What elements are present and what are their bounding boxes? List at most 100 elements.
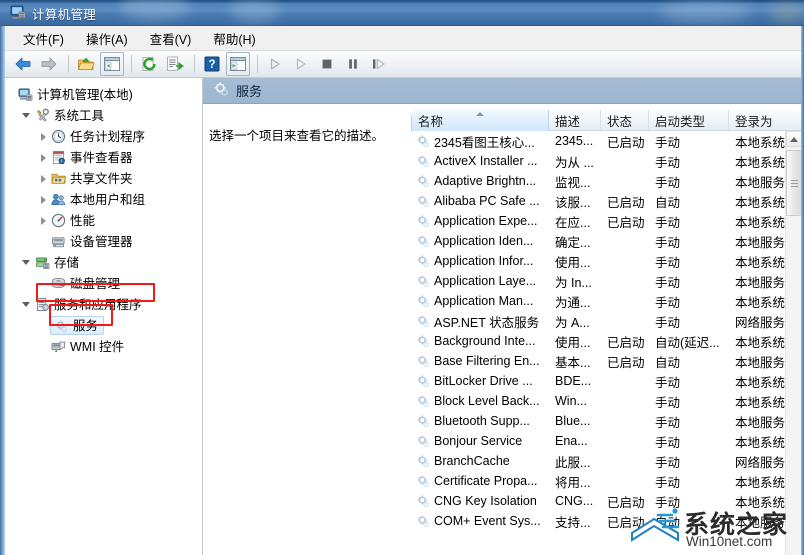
expander-closed-icon[interactable] [37, 193, 50, 206]
table-row[interactable]: Application Expe... 在应... 已启动 手动 本地系统 [411, 211, 801, 231]
menu-action[interactable]: 操作(A) [76, 26, 138, 51]
cell-description: 此服... [555, 455, 591, 470]
service-gear-icon [417, 275, 429, 287]
table-row[interactable]: Bonjour Service Ena... 手动 本地系统 [411, 431, 801, 451]
table-row[interactable]: BranchCache 此服... 手动 网络服务 [411, 451, 801, 471]
tree-item-storage[interactable]: 存储 [9, 252, 202, 273]
window-title: 计算机管理 [32, 8, 97, 22]
tree-item-disk-management[interactable]: 磁盘管理 [9, 273, 202, 294]
menu-help[interactable]: 帮助(H) [203, 26, 265, 51]
restart-service-button[interactable] [289, 52, 313, 76]
tree-item-local-users-and-groups[interactable]: 本地用户和组 [9, 189, 202, 210]
tree-item-task-scheduler[interactable]: 任务计划程序 [9, 126, 202, 147]
tree-item-device-manager[interactable]: 设备管理器 [9, 231, 202, 252]
table-row[interactable]: Background Inte... 使用... 已启动 自动(延迟... 本地系统 [411, 331, 801, 351]
back-button[interactable] [11, 52, 35, 76]
expander-closed-icon[interactable] [37, 214, 50, 227]
table-row[interactable]: BitLocker Drive ... BDE... 手动 本地系统 [411, 371, 801, 391]
vertical-scrollbar[interactable] [785, 131, 801, 555]
storage-icon [34, 255, 50, 271]
service-gear-icon [417, 415, 429, 427]
table-row[interactable]: Certificate Propa... 将用... 手动 本地系统 [411, 471, 801, 491]
table-row[interactable]: Base Filtering En... 基本... 已启动 自动 本地服务 [411, 351, 801, 371]
service-name-label: Application Infor... [434, 254, 534, 268]
expander-open-icon[interactable] [21, 298, 34, 311]
column-description[interactable]: 描述 [549, 110, 601, 131]
tree-item-performance[interactable]: 性能 [9, 210, 202, 231]
resume-service-button[interactable] [367, 52, 391, 76]
table-row[interactable]: Alibaba PC Safe ... 该服... 已启动 自动 本地系统 [411, 191, 801, 211]
table-row[interactable]: COM+ Event Sys... 支持... 已启动 自动 本地服务 [411, 511, 801, 531]
column-status[interactable]: 状态 [601, 110, 649, 131]
table-row[interactable]: 2345看图王核心... 2345... 已启动 手动 本地系统 [411, 131, 801, 151]
menu-file[interactable]: 文件(F) [13, 26, 74, 51]
cell-description: 使用... [555, 255, 591, 270]
service-name-label: Application Laye... [434, 274, 537, 288]
service-description-placeholder: 选择一个项目来查看它的描述。 [209, 129, 385, 143]
cell-startup-type: 手动 [655, 255, 681, 270]
tree-item-services[interactable]: 服务 [9, 315, 202, 336]
service-name-label: Certificate Propa... [434, 474, 538, 488]
cell-status: 已启动 [607, 135, 645, 150]
export-list-button[interactable] [163, 52, 187, 76]
table-row[interactable]: Application Infor... 使用... 手动 本地系统 [411, 251, 801, 271]
computer-management-window: 计算机管理 文件(F) 操作(A) 查看(V) 帮助(H) ? 计算机管理(本地… [0, 0, 804, 555]
column-name[interactable]: 名称 [411, 110, 549, 131]
help-button[interactable]: ? [200, 52, 224, 76]
show-action-pane-button[interactable] [226, 52, 250, 76]
tree-item-shared-folders[interactable]: 共享文件夹 [9, 168, 202, 189]
services-list-panel: 名称 描述 状态 启动类型 登录为 2345看图王核心... 2345... 已启动… [410, 110, 801, 555]
expander-open-icon[interactable] [21, 109, 34, 122]
tree-item-system-tools[interactable]: 系统工具 [9, 105, 202, 126]
local-users-groups-icon [50, 192, 66, 208]
cell-status: 已启动 [607, 335, 645, 350]
table-row[interactable]: Application Laye... 为 In... 手动 本地服务 [411, 271, 801, 291]
performance-icon [50, 213, 66, 229]
cell-name: Application Iden... [411, 234, 549, 248]
tree-label: 共享文件夹 [70, 171, 133, 186]
scrollbar-thumb[interactable] [786, 150, 801, 216]
start-service-button[interactable] [263, 52, 287, 76]
stop-service-button[interactable] [315, 52, 339, 76]
services-list-rows: 2345看图王核心... 2345... 已启动 手动 本地系统 ActiveX Inst… [411, 131, 801, 555]
desktop-blur-2 [230, 0, 280, 22]
cell-status: 已启动 [607, 515, 645, 530]
cell-startup-type: 手动 [655, 295, 681, 310]
cell-name: COM+ Event Sys... [411, 514, 549, 528]
expander-closed-icon[interactable] [37, 172, 50, 185]
column-header-label: 登录为 [735, 115, 773, 129]
tree-item-event-viewer[interactable]: i 事件查看器 [9, 147, 202, 168]
services-icon [53, 318, 69, 334]
cell-startup-type: 手动 [655, 135, 681, 150]
table-row[interactable]: ActiveX Installer ... 为从 ... 手动 本地系统 [411, 151, 801, 171]
up-folder-button[interactable] [74, 52, 98, 76]
service-name-label: CNG Key Isolation [434, 494, 537, 508]
tree-item-services-and-applications[interactable]: 服务和应用程序 [9, 294, 202, 315]
table-row[interactable]: Adaptive Brightn... 监视... 手动 本地服务 [411, 171, 801, 191]
table-row[interactable]: Application Iden... 确定... 手动 本地服务 [411, 231, 801, 251]
refresh-button[interactable] [137, 52, 161, 76]
expander-closed-icon[interactable] [37, 151, 50, 164]
menu-view[interactable]: 查看(V) [140, 26, 202, 51]
pause-service-button[interactable] [341, 52, 365, 76]
service-gear-icon [417, 215, 429, 227]
tree-item-wmi-control[interactable]: WMI 控件 [9, 336, 202, 357]
table-row[interactable]: Bluetooth Supp... Blue... 手动 本地服务 [411, 411, 801, 431]
table-row[interactable]: ASP.NET 状态服务为 A... 手动 网络服务 [411, 311, 801, 331]
service-name-label: Alibaba PC Safe ... [434, 194, 540, 208]
table-row[interactable]: Block Level Back... Win... 手动 本地系统 [411, 391, 801, 411]
forward-button[interactable] [37, 52, 61, 76]
tree-item-computer-management-local[interactable]: 计算机管理(本地) [9, 84, 202, 105]
scroll-up-button[interactable] [786, 131, 801, 147]
service-gear-icon [417, 255, 429, 267]
column-startup-type[interactable]: 启动类型 [649, 110, 729, 131]
expander-closed-icon[interactable] [37, 130, 50, 143]
show-hide-tree-button[interactable] [100, 52, 124, 76]
table-row[interactable]: Application Man... 为通... 手动 本地系统 [411, 291, 801, 311]
service-name-label: Application Iden... [434, 234, 534, 248]
service-gear-icon [417, 515, 429, 527]
scrollbar-grip [790, 179, 798, 187]
expander-open-icon[interactable] [21, 256, 34, 269]
column-log-on-as[interactable]: 登录为 [729, 110, 801, 131]
table-row[interactable]: CNG Key Isolation CNG... 已启动 手动 本地系统 [411, 491, 801, 511]
